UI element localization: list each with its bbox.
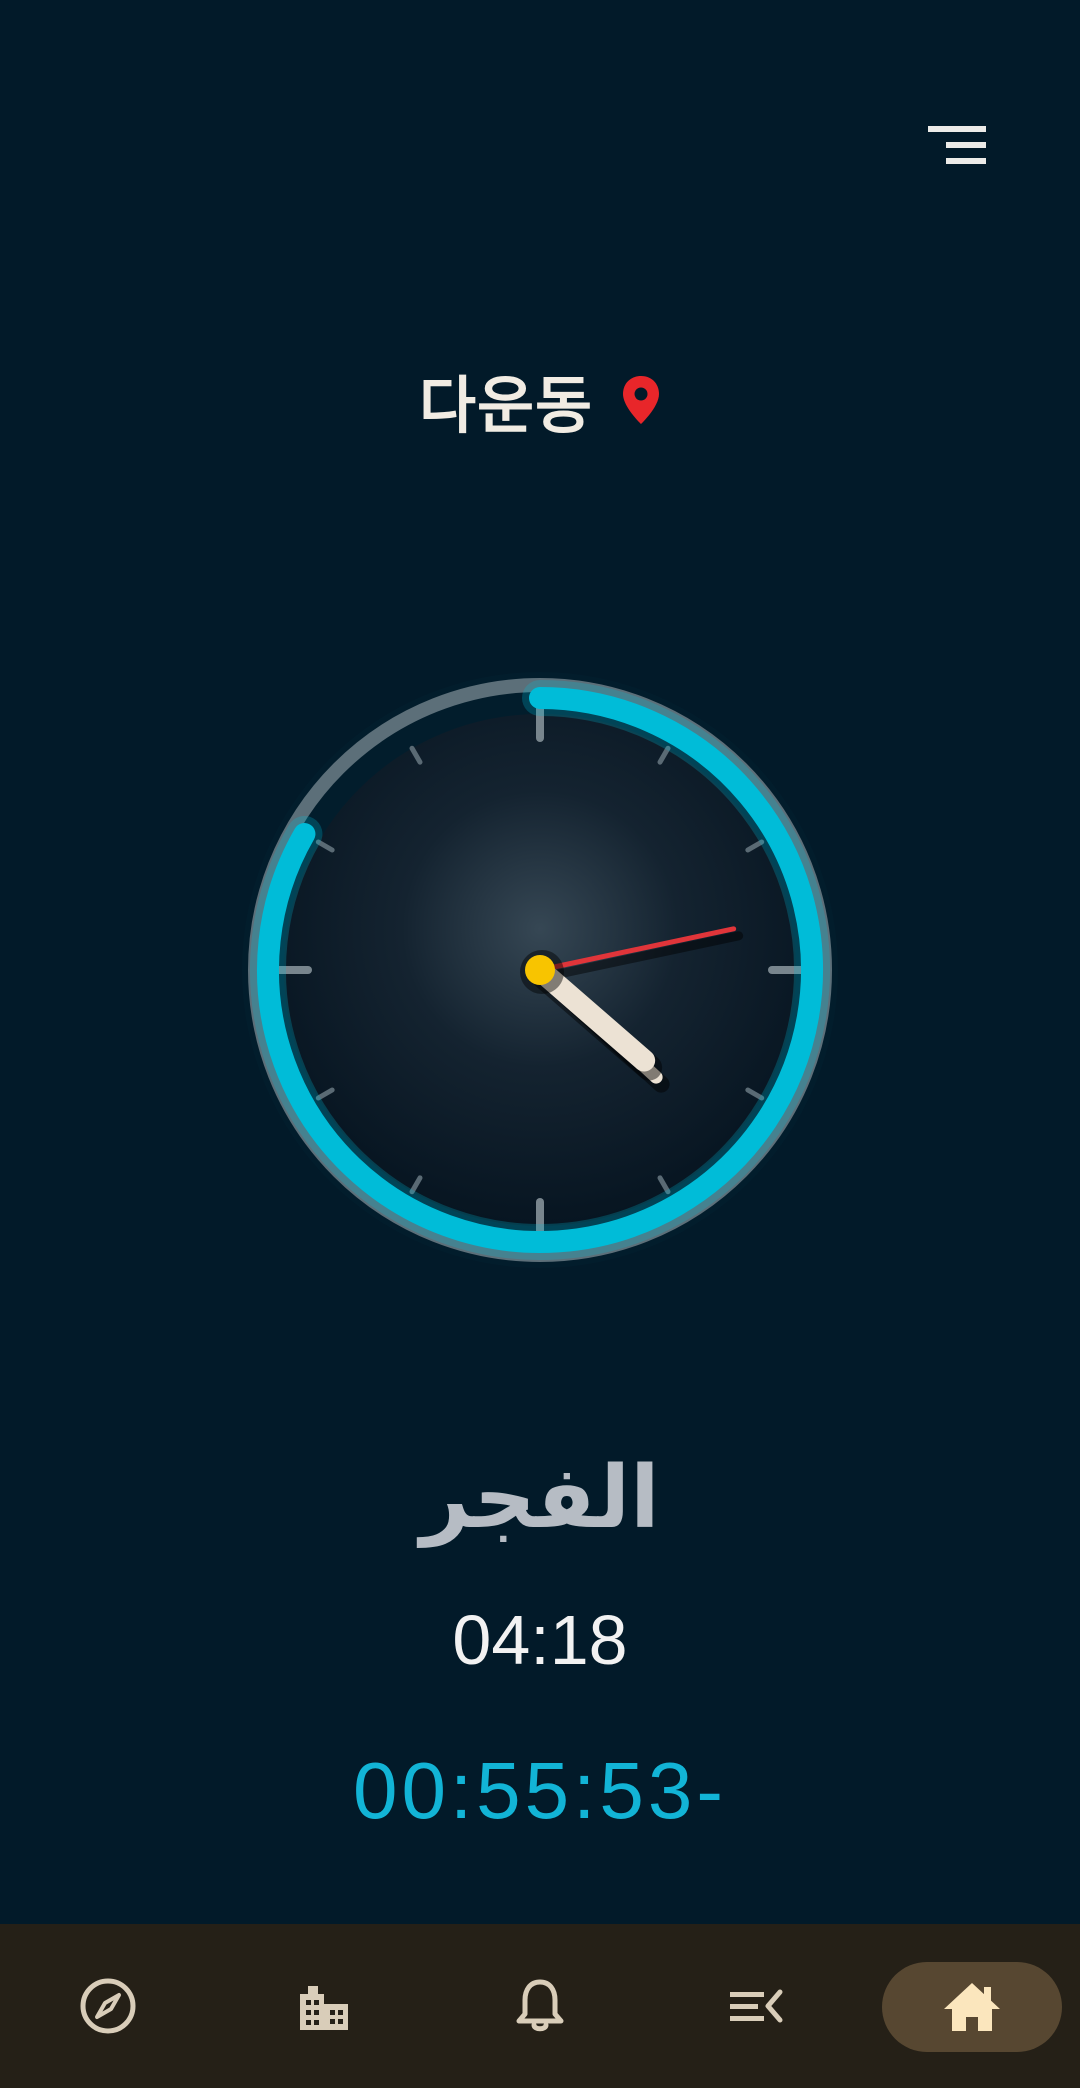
prayer-countdown: 00:55:53- [352,1746,728,1835]
location-pin-icon [623,376,660,424]
location-header[interactable]: 다운동 [0,355,1080,445]
nav-home[interactable] [882,1962,1062,2052]
mosque-building-icon [300,1986,348,2030]
app-screen: 다운동 الفجر 04:18 00:55:53- [0,0,1080,2088]
list-collapse-icon [730,1989,783,2023]
menu-button[interactable] [910,110,1006,182]
nav-qibla[interactable] [18,1924,198,2088]
menu-lines-icon [928,126,986,164]
compass-icon [80,1978,136,2034]
analog-clock [240,670,840,1270]
bottom-nav [0,1924,1080,2088]
nav-prayer-list[interactable] [666,1924,846,2088]
prayer-name: الفجر [420,1448,660,1548]
home-icon [944,1983,1000,2031]
prayer-time: 04:18 [452,1601,628,1679]
bell-icon [516,1979,564,2032]
nav-mosques[interactable] [234,1924,414,2088]
location-name: 다운동 [418,369,594,442]
clock-center-dot [525,955,555,985]
nav-alerts[interactable] [450,1924,630,2088]
